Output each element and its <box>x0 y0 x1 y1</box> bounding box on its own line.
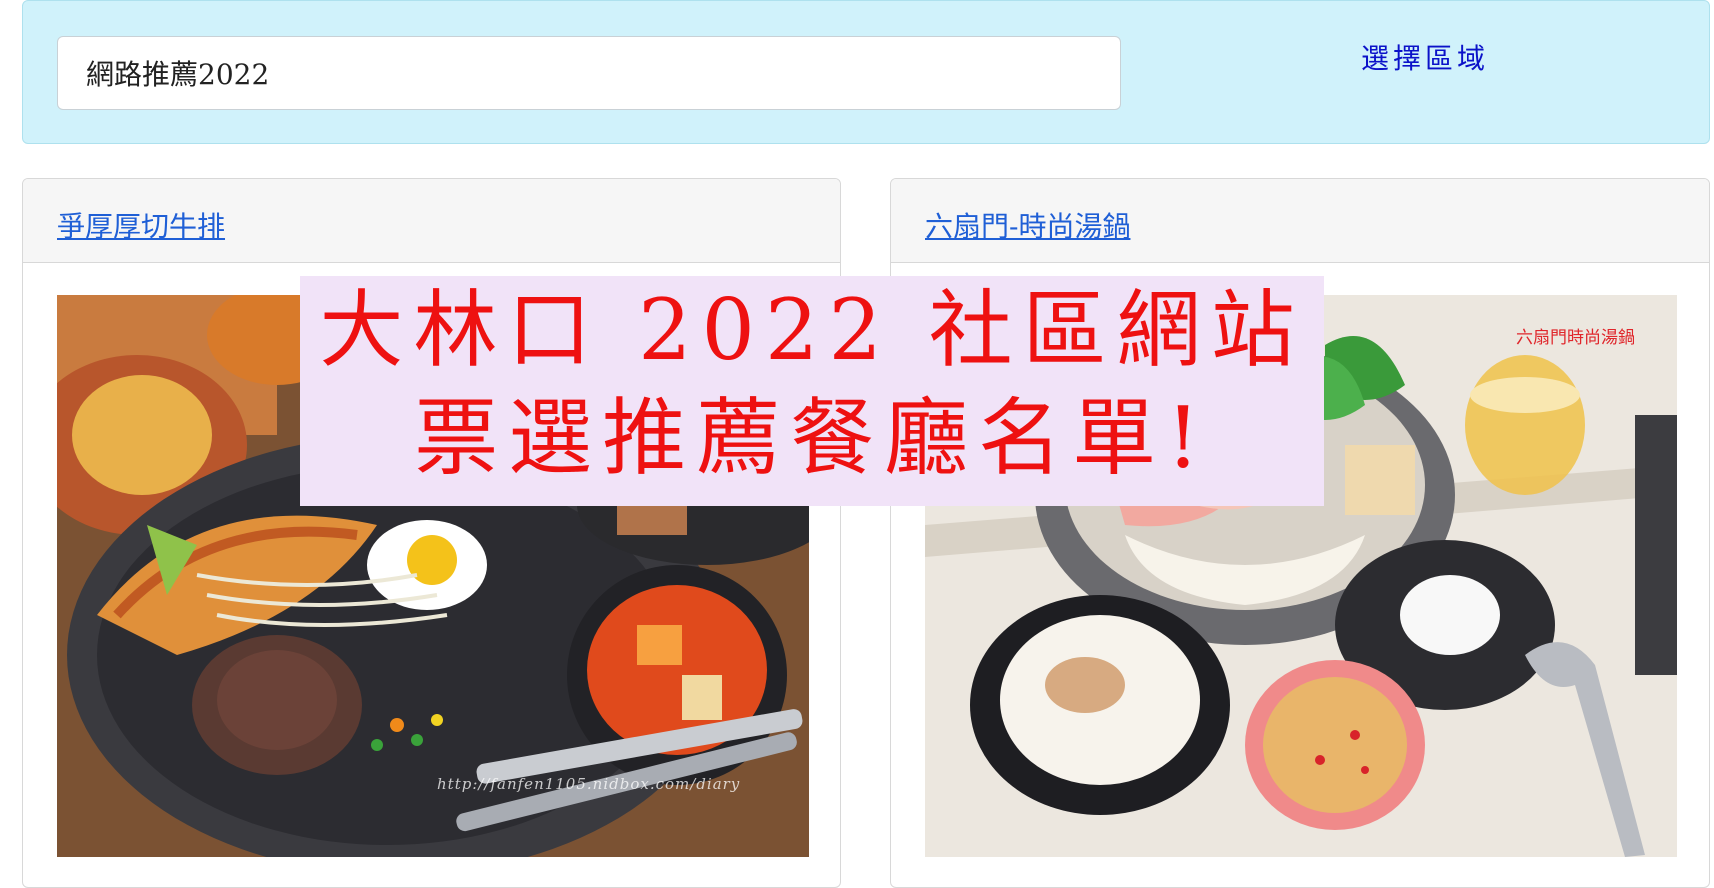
select-region-link[interactable]: 選擇區域 <box>1361 37 1489 77</box>
promo-banner: 大林口 2022 社區網站 票選推薦餐廳名單! <box>300 276 1324 506</box>
photo-credit-text: http://fanfen1105.nidbox.com/diary <box>437 775 741 793</box>
restaurant-title-link[interactable]: 六扇門-時尚湯鍋 <box>925 205 1130 245</box>
banner-line-2: 票選推薦餐廳名單! <box>414 389 1210 487</box>
search-panel: 選擇區域 <box>22 0 1710 144</box>
search-input[interactable] <box>57 36 1121 110</box>
banner-line-1: 大林口 2022 社區網站 <box>319 281 1305 379</box>
restaurant-title-link[interactable]: 爭厚厚切牛排 <box>57 205 225 245</box>
photo-watermark-text: 六扇門時尚湯鍋 <box>1516 328 1635 348</box>
